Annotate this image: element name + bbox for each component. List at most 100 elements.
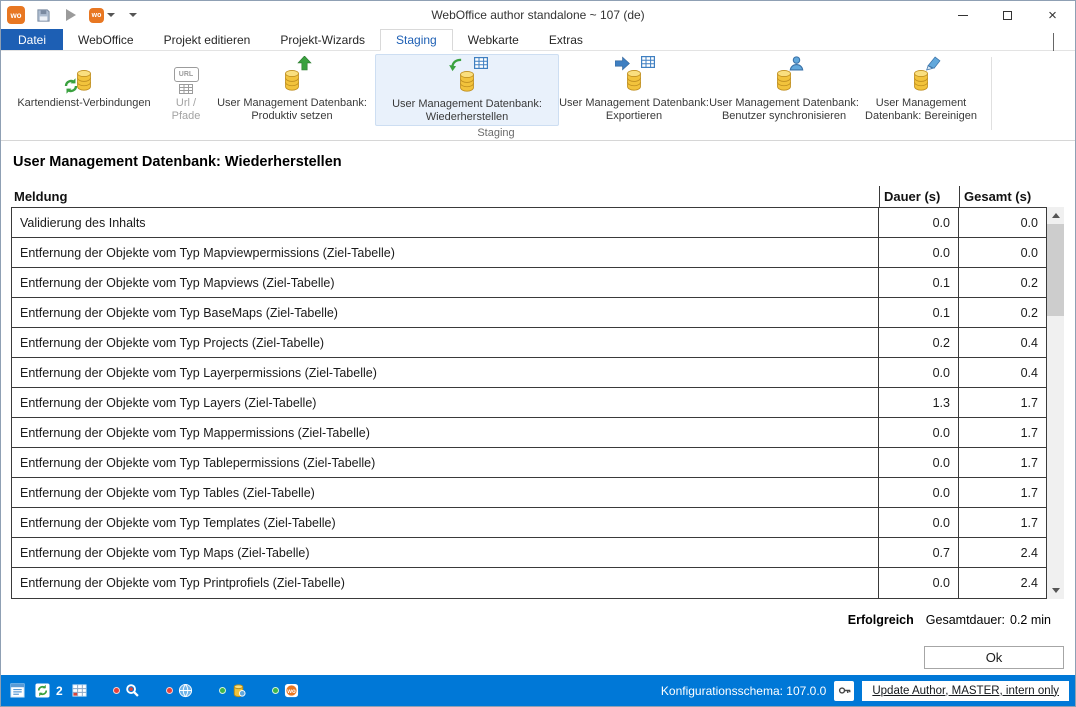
table-row[interactable]: Entfernung der Objekte vom Typ Projects … (12, 328, 1046, 358)
table-row[interactable]: Entfernung der Objekte vom Typ Printprof… (12, 568, 1046, 598)
umdb-restore-icon (447, 59, 487, 95)
tab-extras[interactable]: Extras (534, 29, 598, 50)
total-duration-label: Gesamtdauer: (926, 613, 1005, 627)
cell-gesamt: 1.7 (958, 448, 1046, 477)
result-status: Erfolgreich (848, 613, 914, 627)
cell-meldung: Entfernung der Objekte vom Typ Templates… (12, 508, 878, 537)
play-icon[interactable] (61, 5, 81, 25)
total-duration-value: 0.2 min (1010, 613, 1051, 627)
table-row[interactable]: Validierung des Inhalts0.00.0 (12, 208, 1046, 238)
page-title: User Management Datenbank: Wiederherstel… (13, 154, 1065, 170)
table-row[interactable]: Entfernung der Objekte vom Typ Mappermis… (12, 418, 1046, 448)
ribbon-button-kartendienst-verbindungen[interactable]: Kartendienst-Verbindungen (5, 54, 163, 110)
ribbon-button-umdb-wiederherstellen[interactable]: User Management Datenbank: Wiederherstel… (375, 54, 559, 126)
cell-dauer: 0.1 (878, 298, 958, 327)
table-log-icon[interactable] (72, 683, 88, 699)
usermanagement-service-status[interactable] (219, 683, 247, 699)
table-header-row: Meldung Dauer (s) Gesamt (s) (11, 186, 1047, 207)
cell-dauer: 0.2 (878, 328, 958, 357)
ribbon-group-separator (991, 57, 992, 130)
save-icon[interactable] (33, 5, 53, 25)
status-bar-right: Konfigurationsschema: 107.0.0 Update Aut… (661, 681, 1069, 701)
url-icon-text: URL (174, 67, 199, 82)
cell-gesamt: 0.0 (958, 208, 1046, 237)
cell-meldung: Entfernung der Objekte vom Typ BaseMaps … (12, 298, 878, 327)
cell-gesamt: 1.7 (958, 388, 1046, 417)
cell-gesamt: 0.4 (958, 328, 1046, 357)
table-row[interactable]: Entfernung der Objekte vom Typ Tables (Z… (12, 478, 1046, 508)
table-row[interactable]: Entfernung der Objekte vom Typ Layers (Z… (12, 388, 1046, 418)
cell-dauer: 0.0 (878, 238, 958, 267)
cell-gesamt: 1.7 (958, 508, 1046, 537)
cell-dauer: 0.0 (878, 478, 958, 507)
cell-dauer: 1.3 (878, 388, 958, 417)
weboffice-quick-menu[interactable]: wo (89, 8, 115, 23)
vertical-scrollbar[interactable] (1047, 207, 1064, 599)
table-row[interactable]: Entfernung der Objekte vom Typ Maps (Zie… (12, 538, 1046, 568)
tab-projekt-editieren[interactable]: Projekt editieren (149, 29, 266, 50)
log-table-area: Meldung Dauer (s) Gesamt (s) Validierung… (11, 186, 1065, 599)
map-service-connections-icon (64, 58, 104, 94)
cell-meldung: Entfernung der Objekte vom Typ Maps (Zie… (12, 538, 878, 567)
tab-webkarte[interactable]: Webkarte (453, 29, 534, 50)
collapse-ribbon-icon[interactable] (1053, 34, 1063, 44)
table-row[interactable]: Entfernung der Objekte vom Typ BaseMaps … (12, 298, 1046, 328)
cell-gesamt: 1.7 (958, 418, 1046, 447)
table-row[interactable]: Entfernung der Objekte vom Typ Layerperm… (12, 358, 1046, 388)
tab-datei[interactable]: Datei (1, 29, 63, 50)
table-row[interactable]: Entfernung der Objekte vom Typ Tableperm… (12, 448, 1046, 478)
table-row[interactable]: Entfernung der Objekte vom Typ Mapviews … (12, 268, 1046, 298)
table-row[interactable]: Entfernung der Objekte vom Typ Mapviewpe… (12, 238, 1046, 268)
key-icon[interactable] (834, 681, 854, 701)
column-header-meldung: Meldung (11, 189, 879, 204)
globe-service-status[interactable] (166, 683, 194, 699)
window-title: WebOffice author standalone ~ 107 (de) (1, 8, 1075, 22)
ribbon-button-label: Url / Pfade (163, 97, 209, 124)
log-panel-icon[interactable] (9, 683, 25, 699)
ribbon-button-label: User Management Datenbank: Bereinigen (859, 97, 983, 124)
cell-dauer: 0.0 (878, 568, 958, 598)
update-author-button[interactable]: Update Author, MASTER, intern only (862, 681, 1069, 701)
status-red-dot (166, 687, 173, 694)
result-line: Erfolgreich Gesamtdauer: 0.2 min (11, 613, 1065, 627)
cell-dauer: 0.7 (878, 538, 958, 567)
scrollbar-thumb[interactable] (1047, 224, 1064, 316)
svg-text:wo: wo (286, 688, 296, 695)
weboffice-logo-icon: wo (7, 6, 25, 24)
scroll-down-icon[interactable] (1047, 582, 1064, 599)
user-database-icon (231, 683, 247, 699)
log-table: Meldung Dauer (s) Gesamt (s) Validierung… (11, 186, 1047, 599)
scrollbar-track[interactable] (1047, 224, 1064, 582)
column-header-dauer: Dauer (s) (879, 186, 959, 207)
ribbon-button-umdb-exportieren[interactable]: User Management Datenbank: Exportieren (559, 54, 709, 124)
cell-dauer: 0.0 (878, 208, 958, 237)
tab-weboffice[interactable]: WebOffice (63, 29, 149, 50)
customize-toolbar-icon[interactable] (123, 5, 143, 25)
maximize-button[interactable] (985, 1, 1030, 29)
close-button[interactable]: × (1030, 1, 1075, 29)
weboffice-service-status[interactable]: wo (272, 683, 300, 699)
minimize-button[interactable] (940, 1, 985, 29)
ribbon-button-umdb-produktiv-setzen[interactable]: User Management Datenbank: Produktiv set… (209, 54, 375, 124)
cell-gesamt: 2.4 (958, 568, 1046, 598)
cell-meldung: Entfernung der Objekte vom Typ Tables (Z… (12, 478, 878, 507)
tab-staging[interactable]: Staging (380, 29, 453, 51)
ribbon-button-label: User Management Datenbank: Benutzer sync… (709, 97, 859, 124)
ribbon-button-umdb-bereinigen[interactable]: User Management Datenbank: Bereinigen (859, 54, 983, 124)
search-service-status[interactable] (113, 683, 141, 699)
cell-meldung: Entfernung der Objekte vom Typ Mapviewpe… (12, 238, 878, 267)
table-row[interactable]: Entfernung der Objekte vom Typ Templates… (12, 508, 1046, 538)
status-green-dot (272, 687, 279, 694)
cell-meldung: Entfernung der Objekte vom Typ Layers (Z… (12, 388, 878, 417)
ok-button[interactable]: Ok (924, 646, 1064, 669)
main-content: User Management Datenbank: Wiederherstel… (1, 141, 1075, 669)
umdb-cleanup-icon (901, 58, 941, 94)
refresh-icon[interactable] (34, 683, 50, 699)
ribbon-button-label: User Management Datenbank: Wiederherstel… (376, 98, 558, 125)
quick-access-toolbar: wo wo (1, 5, 143, 25)
weboffice-service-icon: wo (284, 683, 300, 699)
ribbon-button-umdb-benutzer-synchronisieren[interactable]: User Management Datenbank: Benutzer sync… (709, 54, 859, 124)
scroll-up-icon[interactable] (1047, 207, 1064, 224)
tab-projekt-wizards[interactable]: Projekt-Wizards (265, 29, 380, 50)
search-icon (125, 683, 141, 699)
